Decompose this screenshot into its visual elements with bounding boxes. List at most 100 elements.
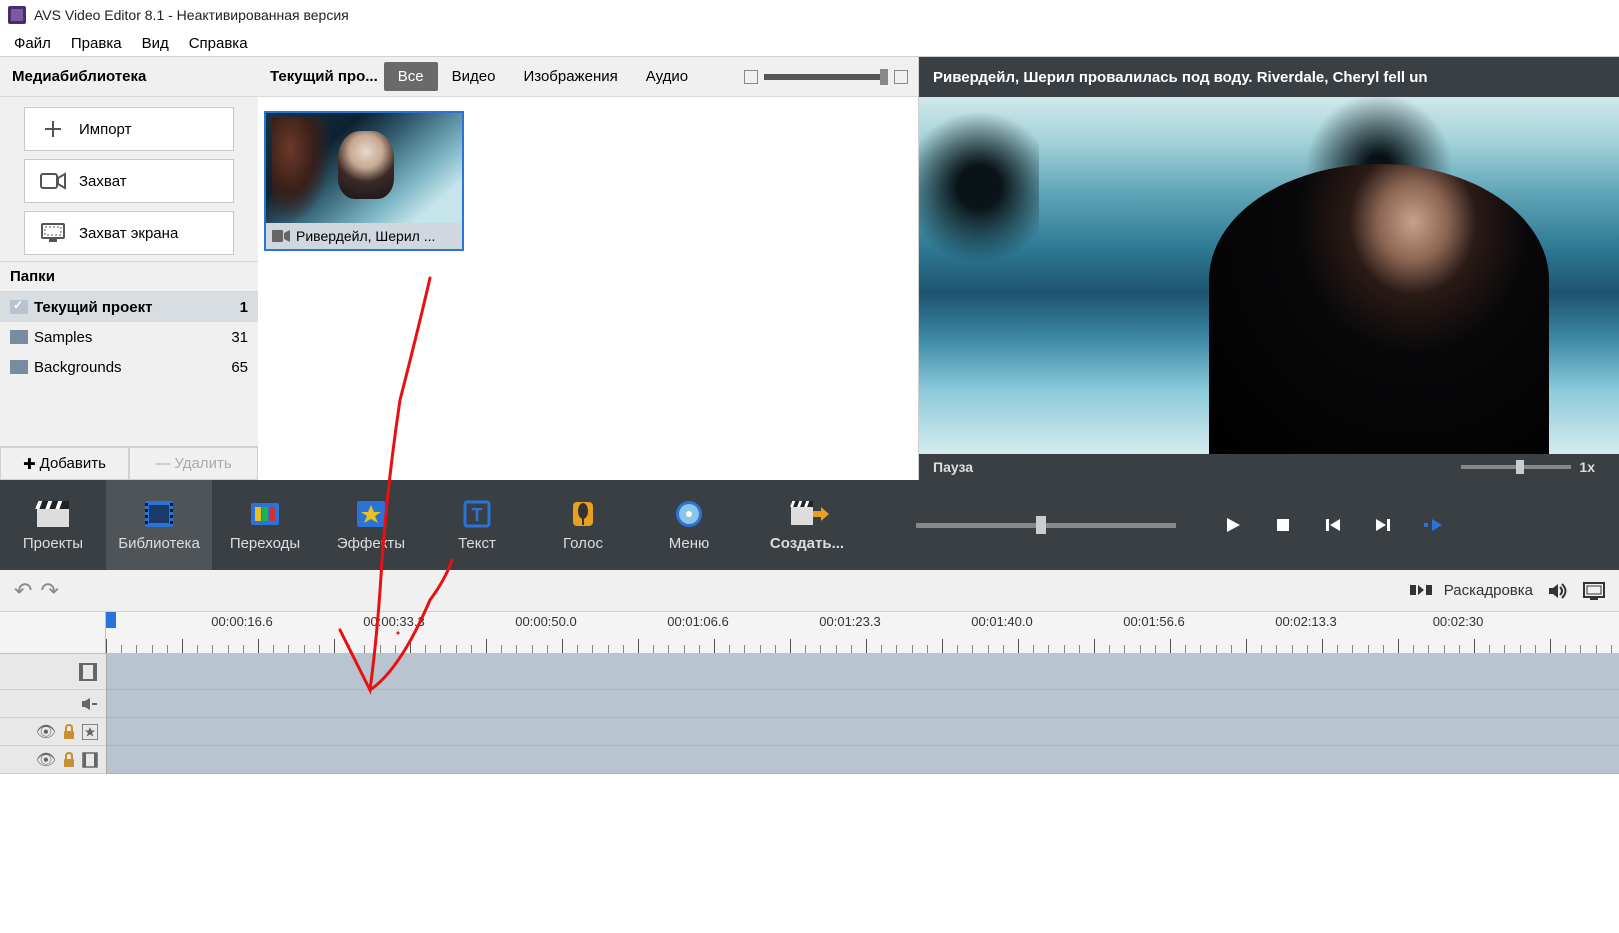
timeline-ruler[interactable]: 00:00:16.600:00:33.300:00:50.000:01:06.6…	[0, 612, 1619, 654]
remove-label: Удалить	[174, 455, 231, 472]
media-body[interactable]: Ривердейл, Шерил ...	[258, 97, 918, 480]
storyboard-button[interactable]: Раскадровка	[1444, 582, 1533, 599]
screen-capture-button[interactable]: Захват экрана	[24, 211, 234, 255]
folder-icon	[10, 300, 28, 314]
folder-samples[interactable]: Samples 31	[0, 322, 258, 352]
star-icon	[353, 499, 389, 529]
media-toolbar: Текущий про... Все Видео Изображения Ауд…	[258, 57, 918, 97]
capture-label: Захват	[79, 173, 127, 190]
marker-button[interactable]	[1422, 514, 1444, 536]
folder-name: Samples	[34, 329, 92, 346]
import-button[interactable]: Импорт	[24, 107, 234, 151]
thumb-large-checkbox[interactable]	[894, 70, 908, 84]
preview-video[interactable]	[919, 97, 1619, 454]
tool-text[interactable]: T Текст	[424, 480, 530, 570]
track-head-effects[interactable]: 👁	[0, 718, 106, 746]
eye-icon: 👁	[36, 750, 56, 770]
add-label: Добавить	[40, 455, 106, 472]
star-icon	[82, 724, 98, 740]
playback-position-slider[interactable]	[916, 523, 1176, 528]
import-label: Импорт	[79, 121, 131, 138]
menu-view[interactable]: Вид	[132, 33, 179, 54]
preview-title: Ривердейл, Шерил провалилась под воду. R…	[919, 57, 1619, 97]
redo-button[interactable]: ↷	[40, 578, 58, 604]
filmstrip-icon	[78, 663, 98, 681]
ruler-time-label: 00:00:16.6	[211, 614, 272, 629]
tool-label: Эффекты	[337, 535, 405, 552]
speaker-icon	[80, 696, 98, 712]
ruler-time-label: 00:00:33.3	[363, 614, 424, 629]
eye-icon: 👁	[36, 722, 56, 742]
lock-icon	[62, 752, 76, 768]
effects-track[interactable]	[107, 718, 1619, 746]
text-track[interactable]	[107, 746, 1619, 774]
filter-audio[interactable]: Аудио	[632, 62, 702, 91]
track-head-audio[interactable]	[0, 690, 106, 718]
speed-value: 1x	[1579, 459, 1595, 475]
tool-projects[interactable]: Проекты	[0, 480, 106, 570]
timeline-tracks: 👁 👁	[0, 654, 1619, 774]
tool-label: Проекты	[23, 535, 83, 552]
tool-menu[interactable]: Меню	[636, 480, 742, 570]
media-clip[interactable]: Ривердейл, Шерил ...	[264, 111, 464, 251]
menu-file[interactable]: Файл	[4, 33, 61, 54]
folder-current-project[interactable]: Текущий проект 1	[0, 292, 258, 322]
filter-video[interactable]: Видео	[438, 62, 510, 91]
menu-bar: Файл Правка Вид Справка	[0, 30, 1619, 56]
remove-folder-button[interactable]: —Удалить	[129, 447, 258, 480]
storyboard-icon	[1410, 582, 1430, 600]
filter-all[interactable]: Все	[384, 62, 438, 91]
thumb-small-checkbox[interactable]	[744, 70, 758, 84]
tool-label: Переходы	[230, 535, 300, 552]
tool-effects[interactable]: Эффекты	[318, 480, 424, 570]
current-project-label: Текущий про...	[268, 68, 384, 85]
tool-library[interactable]: Библиотека	[106, 480, 212, 570]
minus-icon: —	[155, 455, 170, 472]
preview-panel: Ривердейл, Шерил провалилась под воду. R…	[919, 57, 1619, 480]
stop-button[interactable]	[1272, 514, 1294, 536]
disc-icon	[671, 499, 707, 529]
tool-label: Текст	[458, 535, 496, 552]
track-head-video[interactable]	[0, 654, 106, 690]
folder-count: 65	[231, 359, 248, 376]
filter-images[interactable]: Изображения	[509, 62, 631, 91]
folder-list: Текущий проект 1 Samples 31 Backgrounds …	[0, 292, 258, 446]
capture-button[interactable]: Захват	[24, 159, 234, 203]
menu-edit[interactable]: Правка	[61, 33, 132, 54]
fullscreen-icon[interactable]	[1583, 582, 1605, 600]
filmstrip-icon	[141, 499, 177, 529]
folder-icon	[10, 330, 28, 344]
main-toolbar: Проекты Библиотека Переходы Эффекты T Те…	[0, 480, 1619, 570]
speed-slider[interactable]	[1461, 465, 1571, 469]
monitor-icon	[39, 222, 67, 244]
ruler-time-label: 00:02:30	[1433, 614, 1484, 629]
audio-track[interactable]	[107, 690, 1619, 718]
app-icon	[8, 6, 26, 24]
ruler-time-label: 00:01:06.6	[667, 614, 728, 629]
thumbnail-zoom-slider[interactable]	[764, 74, 888, 80]
undo-button[interactable]: ↶	[14, 578, 32, 604]
folder-backgrounds[interactable]: Backgrounds 65	[0, 352, 258, 382]
folders-heading: Папки	[0, 261, 258, 292]
filmstrip-icon	[82, 752, 98, 768]
tool-label: Библиотека	[118, 535, 200, 552]
volume-icon[interactable]	[1547, 581, 1569, 601]
video-track[interactable]	[107, 654, 1619, 690]
add-folder-button[interactable]: ✚Добавить	[0, 447, 129, 480]
ruler-time-label: 00:01:40.0	[971, 614, 1032, 629]
next-button[interactable]	[1372, 514, 1394, 536]
tool-transitions[interactable]: Переходы	[212, 480, 318, 570]
tool-voice[interactable]: Голос	[530, 480, 636, 570]
sidebar-header: Медиабиблиотека	[0, 57, 258, 97]
menu-help[interactable]: Справка	[179, 33, 258, 54]
play-button[interactable]	[1222, 514, 1244, 536]
clip-name: Ривердейл, Шерил ...	[296, 228, 435, 244]
tool-label: Создать...	[770, 535, 844, 552]
folder-icon	[10, 360, 28, 374]
prev-button[interactable]	[1322, 514, 1344, 536]
transition-icon	[247, 499, 283, 529]
tool-produce[interactable]: Создать...	[742, 480, 872, 570]
folder-count: 31	[231, 329, 248, 346]
window-title: AVS Video Editor 8.1 - Неактивированная …	[34, 7, 349, 23]
track-head-text[interactable]: 👁	[0, 746, 106, 774]
